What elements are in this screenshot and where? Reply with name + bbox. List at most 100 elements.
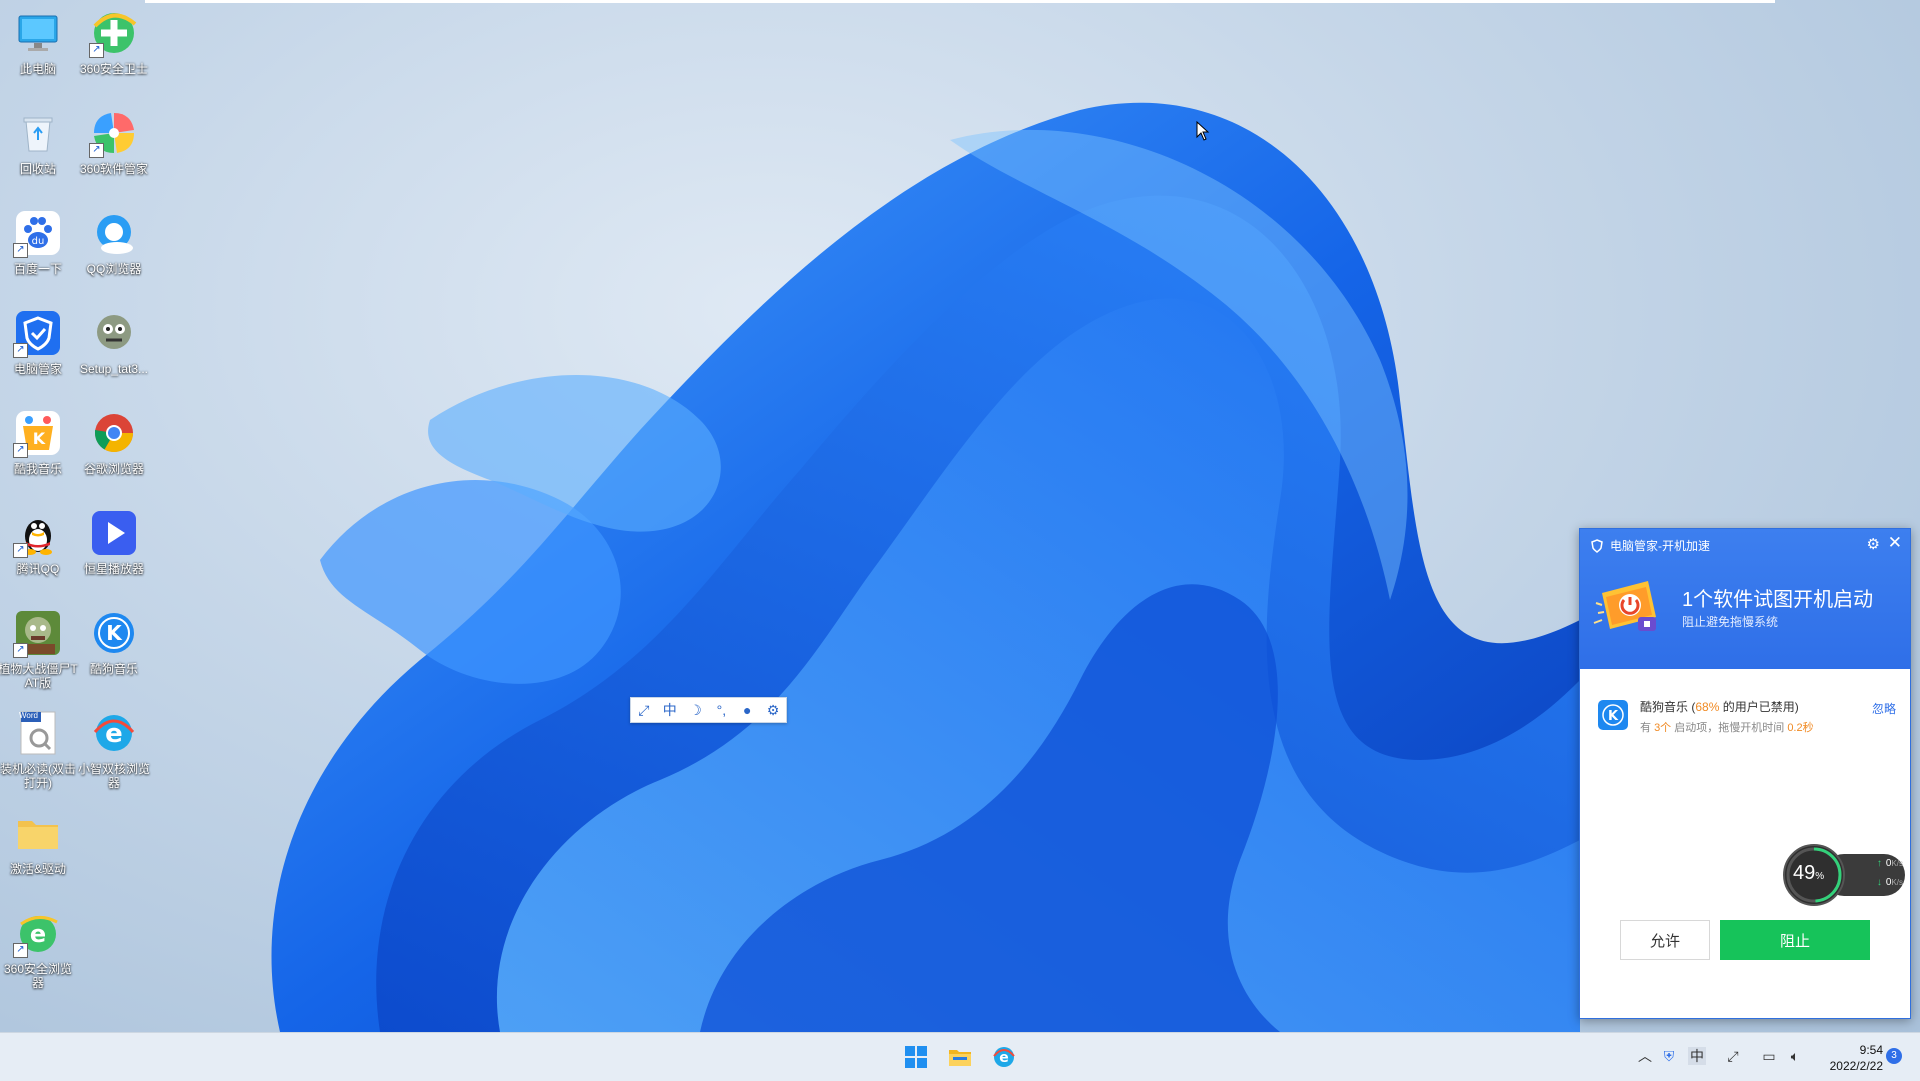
desktop-icon-kugou-music[interactable]: K 酷狗音乐 — [74, 608, 154, 676]
desktop-icon-label: 酷狗音乐 — [89, 662, 138, 676]
moon-icon[interactable]: ☽ — [686, 702, 706, 719]
startup-app-row: K 酷狗音乐 (68% 的用户已禁用) 有 3个 启动项，拖慢开机时间 0.2秒… — [1598, 694, 1898, 744]
desktop-icon-label: 酷我音乐 — [13, 462, 62, 476]
shortcut-arrow-icon: ↗ — [13, 943, 28, 958]
video-player-icon — [89, 508, 139, 558]
kugou-k-icon: K — [1598, 700, 1628, 730]
desktop-icon-xiaozhi-browser[interactable]: e 小智双核浏览器 — [74, 708, 154, 790]
desktop-icon-activate-driver[interactable]: 激活&驱动 — [0, 808, 78, 876]
baidu-paw-icon: du ↗ — [13, 208, 63, 258]
download-speed: ↓ 0K/s — [1876, 877, 1903, 888]
app-name: 酷狗音乐 — [1640, 700, 1689, 714]
time: 9:54 — [1859, 1043, 1883, 1057]
file-explorer-icon[interactable] — [948, 1045, 972, 1069]
kuwo-music-icon: K ↗ — [13, 408, 63, 458]
setup-zombie-icon — [89, 308, 139, 358]
ime-toolbar[interactable]: ⤢ 中 ☽ °, ● ⚙ — [630, 697, 787, 723]
performance-gauge[interactable]: 49% ↑ 0K/s ↓ 0K/s — [1783, 844, 1908, 906]
shortcut-arrow-icon: ↗ — [13, 543, 28, 558]
kugou-k-icon: K — [89, 608, 139, 658]
popup-title-row: 电脑管家-开机加速 — [1590, 537, 1710, 554]
settings-gear-icon[interactable]: ⚙ — [1867, 535, 1880, 553]
arrow-up-icon: ↑ — [1876, 858, 1882, 869]
disabled-percentage: 68% — [1695, 700, 1720, 714]
desktop-icon-label: 腾讯QQ — [16, 562, 60, 576]
desktop-icon-label: QQ浏览器 — [86, 262, 142, 276]
desktop-icon-chrome[interactable]: 谷歌浏览器 — [74, 408, 154, 476]
arrow-down-icon: ↓ — [1876, 877, 1882, 888]
desktop-icon-tencent-qq[interactable]: ↗ 腾讯QQ — [0, 508, 78, 576]
desktop-icon-label: 360软件管家 — [79, 162, 149, 176]
desktop-icon-pvz[interactable]: ↗ 植物大战僵尸TAT版 — [0, 608, 78, 690]
allow-button[interactable]: 允许 — [1620, 920, 1710, 960]
desktop-icon-label: 植物大战僵尸TAT版 — [0, 662, 78, 690]
shortcut-arrow-icon: ↗ — [13, 443, 28, 458]
desktop-icon-label: 谷歌浏览器 — [83, 462, 144, 476]
shortcut-arrow-icon: ↗ — [13, 643, 28, 658]
desktop: 此电脑 回收站 du ↗ 百度一下 ↗ 电脑管家 K ↗ 酷我音乐 ↗ 腾讯QQ — [0, 0, 1920, 1032]
ime-language-toggle[interactable]: 中 — [660, 700, 680, 720]
desktop-icon-this-pc[interactable]: 此电脑 — [0, 8, 78, 76]
popup-subtitle: 阻止避免拖慢系统 — [1682, 615, 1779, 629]
gear-icon[interactable]: ⚙ — [763, 702, 783, 719]
user-icon[interactable]: ● — [737, 702, 757, 718]
word-badge: Word — [19, 711, 38, 720]
desktop-icon-readme[interactable]: Word 装机必读(双击打开) — [0, 708, 78, 790]
svg-text:K: K — [1608, 709, 1619, 724]
close-icon[interactable]: ✕ — [1888, 533, 1902, 553]
shield-icon — [1591, 538, 1603, 553]
clock[interactable]: 9:54 2022/2/22 — [1813, 1042, 1883, 1074]
taskbar: e ︿ ⛨ 中 ⤢ ▭ 🔈︎ 9:54 2022/2/22 3 — [0, 1032, 1920, 1081]
shield-check-icon: ↗ — [13, 308, 63, 358]
desktop-icon-label: 360安全浏览器 — [3, 962, 73, 990]
pen-tablet-icon[interactable]: ⤢ — [1724, 1047, 1742, 1065]
speaker-icon[interactable]: 🔈︎ — [1786, 1047, 1804, 1065]
software-manager-icon: ↗ — [89, 108, 139, 158]
desktop-icon-pc-manager[interactable]: ↗ 电脑管家 — [0, 308, 78, 376]
punctuation-icon[interactable]: °, — [711, 702, 731, 718]
notification-badge[interactable]: 3 — [1886, 1048, 1902, 1064]
windows-start-icon[interactable] — [904, 1045, 928, 1069]
desktop-icon-label: 360安全卫士 — [79, 62, 149, 76]
desktop-icon-qq-browser[interactable]: QQ浏览器 — [74, 208, 154, 276]
shortcut-arrow-icon: ↗ — [89, 43, 104, 58]
popup-title: 电脑管家-开机加速 — [1610, 539, 1710, 553]
shortcut-arrow-icon: ↗ — [13, 243, 28, 258]
desktop-icon-label: 小智双核浏览器 — [77, 762, 150, 790]
startup-item-count: 3个 — [1654, 722, 1672, 734]
svg-text:e: e — [30, 920, 46, 948]
ime-switch-icon[interactable]: ⤢ — [634, 702, 654, 719]
ie-browser-icon[interactable]: e — [992, 1045, 1016, 1069]
svg-text:du: du — [32, 236, 45, 247]
ie-browser-icon: e — [89, 708, 139, 758]
startup-boost-popup: 电脑管家-开机加速 ⚙ ✕ 1个软件试图开机启动 阻止避免拖慢系统 K 酷狗音乐… — [1579, 528, 1911, 1019]
block-button[interactable]: 阻止 — [1720, 920, 1870, 960]
desktop-icon-hengxing-player[interactable]: 恒星播放器 — [74, 508, 154, 576]
ime-indicator-icon[interactable]: 中 — [1688, 1047, 1706, 1065]
desktop-icon-setup[interactable]: Setup_tat3... — [74, 308, 154, 376]
upload-speed: ↑ 0K/s — [1876, 858, 1903, 869]
recycle-bin-icon — [13, 108, 63, 158]
desktop-icon-360-browser[interactable]: e ↗ 360安全浏览器 — [0, 908, 78, 990]
desktop-icon-kuwo-music[interactable]: K ↗ 酷我音乐 — [0, 408, 78, 476]
ignore-link[interactable]: 忽略 — [1872, 700, 1896, 717]
shield-icon[interactable]: ⛨ — [1660, 1047, 1678, 1065]
360-browser-icon: e ↗ — [13, 908, 63, 958]
network-monitor-icon[interactable]: ▭ — [1760, 1047, 1778, 1065]
popup-header: 电脑管家-开机加速 ⚙ ✕ 1个软件试图开机启动 阻止避免拖慢系统 — [1580, 529, 1910, 669]
power-rocket-illustration — [1593, 581, 1656, 631]
desktop-icon-label: 此电脑 — [19, 62, 56, 76]
desktop-icon-recycle-bin[interactable]: 回收站 — [0, 108, 78, 176]
zombie-game-icon: ↗ — [13, 608, 63, 658]
folder-icon — [13, 808, 63, 858]
qq-penguin-icon: ↗ — [13, 508, 63, 558]
desktop-icon-label: 百度一下 — [13, 262, 62, 276]
slowdown-time: 0.2秒 — [1787, 722, 1814, 734]
desktop-icon-label: 恒星播放器 — [83, 562, 144, 576]
desktop-icon-360-safe[interactable]: ↗ 360安全卫士 — [74, 8, 154, 76]
desktop-icon-baidu[interactable]: du ↗ 百度一下 — [0, 208, 78, 276]
chevron-up-icon[interactable]: ︿ — [1636, 1047, 1654, 1065]
desktop-icon-360-software[interactable]: ↗ 360软件管家 — [74, 108, 154, 176]
desktop-icon-label: 激活&驱动 — [9, 862, 66, 876]
qq-browser-icon — [89, 208, 139, 258]
